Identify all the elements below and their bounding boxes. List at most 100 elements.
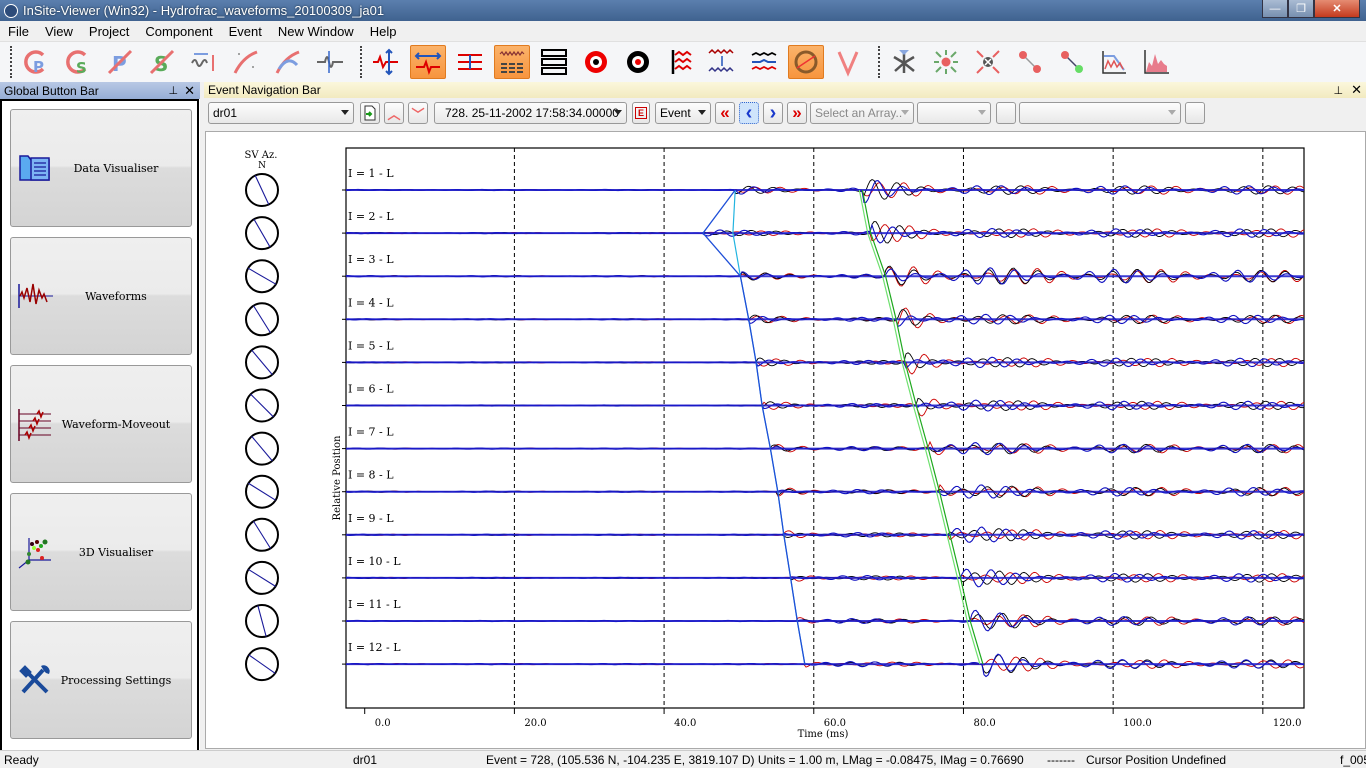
ray-path-icon xyxy=(1019,51,1041,73)
pick-p-icon: P xyxy=(24,50,45,76)
button-label: Processing Settings xyxy=(60,673,172,687)
double-chevron-left-icon: « xyxy=(720,103,730,122)
event-value: 728. 25-11-2002 17:58:34.00000 xyxy=(445,106,619,120)
dataset-select[interactable]: dr01 xyxy=(208,102,354,124)
station-select[interactable] xyxy=(1019,102,1181,124)
processing-settings-button[interactable]: Processing Settings xyxy=(10,621,192,739)
toolbar-grip[interactable] xyxy=(878,46,880,78)
event-select[interactable]: 728. 25-11-2002 17:58:34.00000 xyxy=(434,102,627,124)
moveout-curve-button[interactable] xyxy=(228,45,264,79)
button-label: Data Visualiser xyxy=(73,161,159,175)
sv-azimuth-column xyxy=(245,173,279,682)
x-tick-label: 120.0 xyxy=(1273,718,1302,729)
blank-button-2[interactable] xyxy=(1185,102,1205,124)
target-red-button[interactable] xyxy=(578,45,614,79)
delete-s-pick-button[interactable]: S xyxy=(144,45,180,79)
next-event-button[interactable]: › xyxy=(763,102,783,124)
collapse-source-button[interactable] xyxy=(970,45,1006,79)
chevron-down-icon xyxy=(1168,110,1176,115)
stacked-traces-icon xyxy=(499,50,525,73)
align-traces-button[interactable] xyxy=(662,45,698,79)
close-panel-icon[interactable]: ✕ xyxy=(184,83,195,99)
compare-traces-icon xyxy=(708,48,734,73)
spectrum-decay-button[interactable] xyxy=(1096,45,1132,79)
p-model-line xyxy=(732,189,806,665)
chevron-left-icon: ‹ xyxy=(745,101,753,124)
close-button[interactable]: ✕ xyxy=(1314,0,1360,18)
restore-button[interactable]: ❐ xyxy=(1288,0,1314,18)
chevron-down-icon xyxy=(901,110,909,115)
waveforms-button[interactable]: Waveforms xyxy=(10,237,192,355)
vertical-scale-button[interactable] xyxy=(368,45,404,79)
waveform-plot-panel[interactable]: SV Az. N I = 1 - LI = 2 - LI = 3 - LI = … xyxy=(205,131,1366,749)
trace-label: I = 11 - L xyxy=(348,598,401,611)
previous-trace-button[interactable]: ︿ xyxy=(384,102,404,124)
menu-new-window[interactable]: New Window xyxy=(270,24,362,39)
collapse-source-icon xyxy=(976,50,1000,74)
menu-component[interactable]: Component xyxy=(137,24,220,39)
list-layout-icon xyxy=(541,49,567,75)
menu-view[interactable]: View xyxy=(37,24,81,39)
close-panel-icon[interactable]: ✕ xyxy=(1351,82,1362,98)
toolbar-grip[interactable] xyxy=(10,46,12,78)
blank-button-1[interactable] xyxy=(996,102,1016,124)
chevron-down-icon xyxy=(614,110,622,115)
sv-north-label: N xyxy=(258,161,266,171)
pin-icon[interactable]: ⊥ xyxy=(1334,84,1344,97)
chevron-down-icon xyxy=(698,110,706,115)
spectrum-icon xyxy=(1144,50,1169,74)
button-label: 3D Visualiser xyxy=(78,545,154,559)
ray-path-green-button[interactable] xyxy=(1054,45,1090,79)
rotate-axes-button[interactable] xyxy=(886,45,922,79)
scale-waveform-button[interactable] xyxy=(186,45,222,79)
stacked-traces-button[interactable] xyxy=(494,45,530,79)
x-tick-label: 0.0 xyxy=(375,718,391,729)
first-event-button[interactable]: « xyxy=(715,102,735,124)
delete-p-pick-button[interactable]: P xyxy=(102,45,138,79)
component-select[interactable] xyxy=(917,102,991,124)
polarity-button[interactable] xyxy=(788,45,824,79)
s-pick-line xyxy=(861,189,984,665)
button-label: Waveforms xyxy=(85,289,147,303)
three-component-button[interactable] xyxy=(746,45,782,79)
fit-moveout-button[interactable] xyxy=(270,45,306,79)
data-visualiser-button[interactable]: Data Visualiser xyxy=(10,109,192,227)
compare-traces-button[interactable] xyxy=(704,45,740,79)
menu-project[interactable]: Project xyxy=(81,24,137,39)
previous-event-button[interactable]: ‹ xyxy=(739,102,759,124)
menu-help[interactable]: Help xyxy=(362,24,405,39)
horizontal-scale-icon xyxy=(414,52,442,76)
trace-spacing-button[interactable] xyxy=(452,45,488,79)
trace-labels: I = 1 - L I = 2 - L I = 3 - L I = 4 - L I = … xyxy=(348,167,401,654)
array-select[interactable]: Select an Array.. xyxy=(810,102,914,124)
spectrum-button[interactable] xyxy=(1138,45,1174,79)
x-tick-label: 20.0 xyxy=(524,718,546,729)
next-trace-button[interactable]: ﹀ xyxy=(408,102,428,124)
event-info-button[interactable]: E xyxy=(632,102,650,124)
status-cursor: Cursor Position Undefined xyxy=(1086,753,1227,767)
pin-icon[interactable]: ⊥ xyxy=(169,84,179,97)
menu-event[interactable]: Event xyxy=(221,24,270,39)
menu-bar: File View Project Component Event New Wi… xyxy=(0,21,1366,42)
waveform-moveout-button[interactable]: Waveform-Moveout xyxy=(10,365,192,483)
minimize-button[interactable]: — xyxy=(1262,0,1288,18)
toolbar-grip[interactable] xyxy=(360,46,362,78)
menu-file[interactable]: File xyxy=(0,24,37,39)
last-event-button[interactable]: » xyxy=(787,102,807,124)
pick-s-button[interactable]: S xyxy=(60,45,96,79)
mode-select[interactable]: Event xyxy=(655,102,711,124)
trace-trace_z xyxy=(345,180,1305,203)
open-file-icon xyxy=(364,105,376,121)
ray-path-button[interactable] xyxy=(1012,45,1048,79)
panel-title: Global Button Bar xyxy=(4,83,99,98)
expand-source-button[interactable] xyxy=(928,45,964,79)
waveform-plot[interactable]: SV Az. N I = 1 - LI = 2 - LI = 3 - LI = … xyxy=(206,132,1366,749)
v-marker-button[interactable] xyxy=(830,45,866,79)
horizontal-scale-button[interactable] xyxy=(410,45,446,79)
pick-p-button[interactable]: P xyxy=(18,45,54,79)
3d-visualiser-button[interactable]: 3D Visualiser xyxy=(10,493,192,611)
wavelet-button[interactable] xyxy=(312,45,348,79)
open-file-button[interactable] xyxy=(360,102,380,124)
list-layout-button[interactable] xyxy=(536,45,572,79)
target-black-button[interactable] xyxy=(620,45,656,79)
